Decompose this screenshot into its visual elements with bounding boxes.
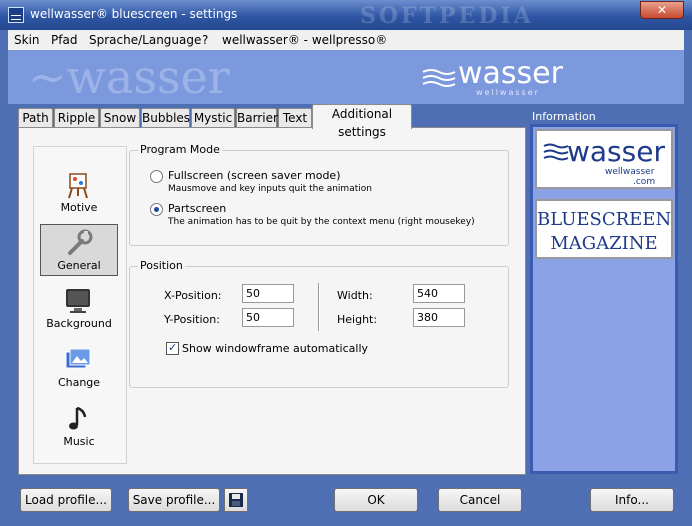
information-label: Information: [532, 110, 596, 123]
partscreen-radio[interactable]: [150, 203, 163, 216]
sidebar-item-label: Background: [46, 317, 112, 330]
fullscreen-radio[interactable]: [150, 170, 163, 183]
settings-panel: Motive General Background Change Music P…: [18, 127, 526, 475]
sidebar-item-music[interactable]: Music: [40, 401, 118, 453]
close-button[interactable]: ✕: [640, 1, 684, 19]
menu-language[interactable]: Sprache/Language: [89, 33, 201, 47]
save-disk-button[interactable]: [224, 488, 248, 512]
sidebar-item-label: Music: [63, 435, 95, 448]
menu-pfad[interactable]: Pfad: [51, 33, 77, 47]
tab-text[interactable]: Text: [278, 108, 312, 128]
x-position-input[interactable]: 50: [242, 284, 294, 303]
sidebar-item-motive[interactable]: Motive: [40, 167, 118, 219]
partscreen-label: Partscreen: [168, 202, 227, 215]
menu-help[interactable]: ?: [202, 33, 208, 47]
header-banner: ~wasser wasser wellwasser: [8, 50, 684, 104]
load-profile-button[interactable]: Load profile...: [20, 488, 112, 512]
card-brand-sub: wellwasser: [605, 167, 655, 177]
brand-name: wasser: [458, 56, 563, 91]
sidebar-item-general[interactable]: General: [40, 224, 118, 276]
fullscreen-label: Fullscreen (screen saver mode): [168, 169, 341, 182]
tab-snow[interactable]: Snow: [100, 108, 140, 128]
brand-logo: wasser wellwasser: [418, 56, 578, 100]
menu-skin[interactable]: Skin: [14, 33, 40, 47]
y-position-input[interactable]: 50: [242, 308, 294, 327]
wave-logo-icon: [422, 69, 456, 87]
card-brand: wasser: [567, 135, 665, 168]
height-input[interactable]: 380: [413, 308, 465, 327]
show-windowframe-checkbox[interactable]: [166, 341, 179, 355]
program-mode-legend: Program Mode: [138, 143, 222, 156]
magazine-line2: MAGAZINE: [550, 233, 658, 254]
title-bar: wellwasser® bluescreen - settings SOFTPE…: [0, 0, 692, 30]
banner-ghost-logo: ~wasser: [28, 50, 230, 104]
app-icon: [8, 7, 24, 23]
sidebar-item-label: Change: [57, 376, 101, 389]
fullscreen-hint: Mausmove and key inputs quit the animati…: [168, 184, 372, 194]
watermark: SOFTPEDIA: [360, 3, 534, 29]
monitor-icon: [66, 289, 90, 313]
show-windowframe-label: Show windowframe automatically: [182, 342, 369, 355]
width-label: Width:: [337, 289, 373, 302]
floppy-disk-icon: [229, 493, 243, 507]
ok-button[interactable]: OK: [334, 488, 418, 512]
save-profile-button[interactable]: Save profile...: [128, 488, 220, 512]
tab-barrier[interactable]: Barrier: [236, 108, 278, 128]
music-note-icon: [69, 406, 87, 430]
sidebar-item-label: Motive: [60, 201, 98, 214]
y-position-label: Y-Position:: [164, 313, 220, 326]
cancel-button[interactable]: Cancel: [438, 488, 522, 512]
tab-path[interactable]: Path: [18, 108, 53, 128]
category-sidebar: Motive General Background Change Music: [33, 146, 127, 464]
card-brand-com: .com: [633, 177, 656, 187]
magazine-line1: BLUESCREEN: [537, 209, 672, 230]
tab-bubbles[interactable]: Bubbles: [141, 108, 190, 128]
sidebar-item-change[interactable]: Change: [40, 342, 118, 394]
width-input[interactable]: 540: [413, 284, 465, 303]
easel-icon: [68, 173, 88, 199]
position-group: Position X-Position: 50 Y-Position: 50 W…: [129, 259, 509, 388]
menu-bar: Skin Pfad Sprache/Language ? wellwasser®…: [8, 30, 684, 50]
brand-sub: wellwasser: [476, 88, 540, 97]
program-mode-group: Program Mode Fullscreen (screen saver mo…: [129, 143, 509, 246]
sidebar-item-label: General: [57, 259, 101, 272]
position-legend: Position: [138, 259, 185, 272]
menu-wellwasser[interactable]: wellwasser® - wellpresso®: [222, 33, 387, 47]
bluescreen-magazine-link[interactable]: BLUESCREEN MAGAZINE: [535, 199, 673, 259]
photo-icon: [65, 348, 91, 369]
partscreen-hint: The animation has to be quit by the cont…: [168, 217, 475, 227]
wave-logo-icon: [543, 143, 569, 161]
wellwasser-link[interactable]: wasser wellwasser .com: [535, 129, 673, 189]
x-position-label: X-Position:: [164, 289, 222, 302]
window-title: wellwasser® bluescreen - settings: [30, 7, 238, 21]
tab-ripple[interactable]: Ripple: [54, 108, 99, 128]
tab-additional-settings[interactable]: Additional settings: [312, 104, 412, 139]
information-panel: wasser wellwasser .com BLUESCREEN MAGAZI…: [530, 124, 678, 474]
position-separator: [318, 283, 320, 331]
info-button[interactable]: Info...: [590, 488, 674, 512]
tab-mystic[interactable]: Mystic: [191, 108, 235, 128]
sidebar-item-background[interactable]: Background: [40, 283, 118, 335]
height-label: Height:: [337, 313, 378, 326]
wrench-icon: [68, 229, 93, 255]
